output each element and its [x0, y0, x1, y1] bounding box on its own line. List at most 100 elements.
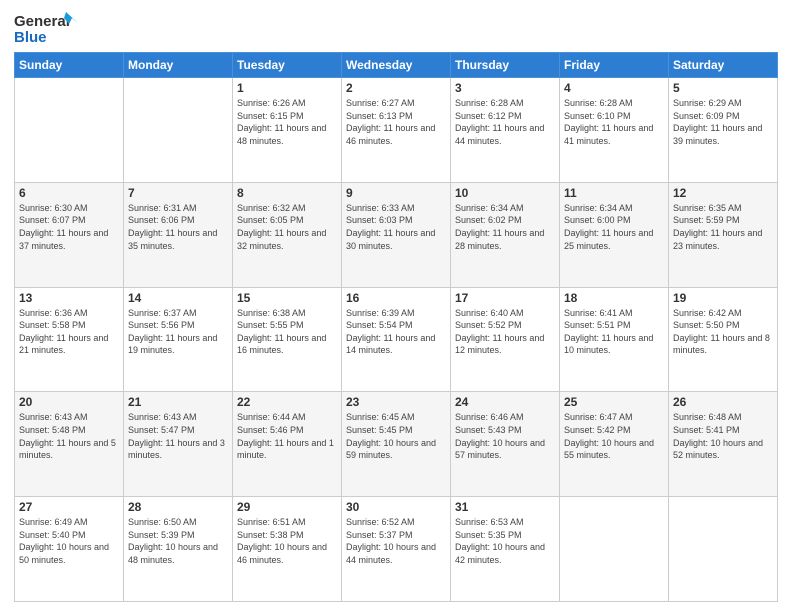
day-info: Sunrise: 6:36 AMSunset: 5:58 PMDaylight:…: [19, 308, 108, 356]
svg-text:General: General: [14, 13, 70, 30]
header-wednesday: Wednesday: [342, 53, 451, 78]
week-row-5: 27 Sunrise: 6:49 AMSunset: 5:40 PMDaylig…: [15, 497, 778, 602]
calendar-cell: 25 Sunrise: 6:47 AMSunset: 5:42 PMDaylig…: [560, 392, 669, 497]
day-info: Sunrise: 6:27 AMSunset: 6:13 PMDaylight:…: [346, 98, 435, 146]
day-number: 17: [455, 291, 555, 305]
calendar-cell: 12 Sunrise: 6:35 AMSunset: 5:59 PMDaylig…: [669, 182, 778, 287]
header-sunday: Sunday: [15, 53, 124, 78]
day-number: 21: [128, 395, 228, 409]
day-number: 22: [237, 395, 337, 409]
calendar-cell: 2 Sunrise: 6:27 AMSunset: 6:13 PMDayligh…: [342, 78, 451, 183]
day-number: 27: [19, 500, 119, 514]
day-number: 29: [237, 500, 337, 514]
day-number: 16: [346, 291, 446, 305]
day-info: Sunrise: 6:50 AMSunset: 5:39 PMDaylight:…: [128, 517, 218, 565]
day-info: Sunrise: 6:49 AMSunset: 5:40 PMDaylight:…: [19, 517, 109, 565]
calendar-cell: 6 Sunrise: 6:30 AMSunset: 6:07 PMDayligh…: [15, 182, 124, 287]
day-info: Sunrise: 6:31 AMSunset: 6:06 PMDaylight:…: [128, 203, 217, 251]
logo-svg: GeneralBlue: [14, 10, 84, 46]
calendar-cell: 21 Sunrise: 6:43 AMSunset: 5:47 PMDaylig…: [124, 392, 233, 497]
calendar-cell: 13 Sunrise: 6:36 AMSunset: 5:58 PMDaylig…: [15, 287, 124, 392]
day-info: Sunrise: 6:46 AMSunset: 5:43 PMDaylight:…: [455, 412, 545, 460]
day-number: 24: [455, 395, 555, 409]
day-info: Sunrise: 6:26 AMSunset: 6:15 PMDaylight:…: [237, 98, 326, 146]
day-info: Sunrise: 6:34 AMSunset: 6:02 PMDaylight:…: [455, 203, 544, 251]
calendar-cell: [124, 78, 233, 183]
day-number: 30: [346, 500, 446, 514]
day-number: 7: [128, 186, 228, 200]
day-number: 2: [346, 81, 446, 95]
day-info: Sunrise: 6:40 AMSunset: 5:52 PMDaylight:…: [455, 308, 544, 356]
calendar-cell: 9 Sunrise: 6:33 AMSunset: 6:03 PMDayligh…: [342, 182, 451, 287]
calendar-cell: 8 Sunrise: 6:32 AMSunset: 6:05 PMDayligh…: [233, 182, 342, 287]
day-number: 11: [564, 186, 664, 200]
week-row-4: 20 Sunrise: 6:43 AMSunset: 5:48 PMDaylig…: [15, 392, 778, 497]
calendar-cell: 29 Sunrise: 6:51 AMSunset: 5:38 PMDaylig…: [233, 497, 342, 602]
day-info: Sunrise: 6:47 AMSunset: 5:42 PMDaylight:…: [564, 412, 654, 460]
day-info: Sunrise: 6:45 AMSunset: 5:45 PMDaylight:…: [346, 412, 436, 460]
page: GeneralBlue SundayMondayTuesdayWednesday…: [0, 0, 792, 612]
week-row-2: 6 Sunrise: 6:30 AMSunset: 6:07 PMDayligh…: [15, 182, 778, 287]
header: GeneralBlue: [14, 10, 778, 46]
day-number: 13: [19, 291, 119, 305]
calendar-cell: 24 Sunrise: 6:46 AMSunset: 5:43 PMDaylig…: [451, 392, 560, 497]
header-tuesday: Tuesday: [233, 53, 342, 78]
header-thursday: Thursday: [451, 53, 560, 78]
day-number: 8: [237, 186, 337, 200]
day-info: Sunrise: 6:34 AMSunset: 6:00 PMDaylight:…: [564, 203, 653, 251]
header-friday: Friday: [560, 53, 669, 78]
calendar-header-row: SundayMondayTuesdayWednesdayThursdayFrid…: [15, 53, 778, 78]
day-info: Sunrise: 6:28 AMSunset: 6:10 PMDaylight:…: [564, 98, 653, 146]
calendar-cell: 28 Sunrise: 6:50 AMSunset: 5:39 PMDaylig…: [124, 497, 233, 602]
calendar-cell: 22 Sunrise: 6:44 AMSunset: 5:46 PMDaylig…: [233, 392, 342, 497]
calendar-cell: 11 Sunrise: 6:34 AMSunset: 6:00 PMDaylig…: [560, 182, 669, 287]
day-info: Sunrise: 6:39 AMSunset: 5:54 PMDaylight:…: [346, 308, 435, 356]
day-info: Sunrise: 6:43 AMSunset: 5:48 PMDaylight:…: [19, 412, 116, 460]
day-info: Sunrise: 6:52 AMSunset: 5:37 PMDaylight:…: [346, 517, 436, 565]
calendar-cell: 18 Sunrise: 6:41 AMSunset: 5:51 PMDaylig…: [560, 287, 669, 392]
day-number: 26: [673, 395, 773, 409]
week-row-1: 1 Sunrise: 6:26 AMSunset: 6:15 PMDayligh…: [15, 78, 778, 183]
calendar-cell: 30 Sunrise: 6:52 AMSunset: 5:37 PMDaylig…: [342, 497, 451, 602]
calendar-cell: 15 Sunrise: 6:38 AMSunset: 5:55 PMDaylig…: [233, 287, 342, 392]
day-number: 23: [346, 395, 446, 409]
day-number: 31: [455, 500, 555, 514]
day-info: Sunrise: 6:53 AMSunset: 5:35 PMDaylight:…: [455, 517, 545, 565]
svg-text:Blue: Blue: [14, 29, 47, 46]
day-number: 1: [237, 81, 337, 95]
day-number: 14: [128, 291, 228, 305]
day-info: Sunrise: 6:30 AMSunset: 6:07 PMDaylight:…: [19, 203, 108, 251]
calendar-cell: 5 Sunrise: 6:29 AMSunset: 6:09 PMDayligh…: [669, 78, 778, 183]
day-info: Sunrise: 6:51 AMSunset: 5:38 PMDaylight:…: [237, 517, 327, 565]
day-number: 25: [564, 395, 664, 409]
day-number: 9: [346, 186, 446, 200]
day-info: Sunrise: 6:33 AMSunset: 6:03 PMDaylight:…: [346, 203, 435, 251]
day-number: 19: [673, 291, 773, 305]
day-info: Sunrise: 6:37 AMSunset: 5:56 PMDaylight:…: [128, 308, 217, 356]
day-number: 18: [564, 291, 664, 305]
day-number: 20: [19, 395, 119, 409]
day-number: 3: [455, 81, 555, 95]
calendar-cell: 23 Sunrise: 6:45 AMSunset: 5:45 PMDaylig…: [342, 392, 451, 497]
calendar-table: SundayMondayTuesdayWednesdayThursdayFrid…: [14, 52, 778, 602]
calendar-cell: 27 Sunrise: 6:49 AMSunset: 5:40 PMDaylig…: [15, 497, 124, 602]
calendar-cell: 4 Sunrise: 6:28 AMSunset: 6:10 PMDayligh…: [560, 78, 669, 183]
header-saturday: Saturday: [669, 53, 778, 78]
calendar-cell: 14 Sunrise: 6:37 AMSunset: 5:56 PMDaylig…: [124, 287, 233, 392]
calendar-body: 1 Sunrise: 6:26 AMSunset: 6:15 PMDayligh…: [15, 78, 778, 602]
day-number: 4: [564, 81, 664, 95]
week-row-3: 13 Sunrise: 6:36 AMSunset: 5:58 PMDaylig…: [15, 287, 778, 392]
day-number: 12: [673, 186, 773, 200]
calendar-cell: 16 Sunrise: 6:39 AMSunset: 5:54 PMDaylig…: [342, 287, 451, 392]
day-info: Sunrise: 6:29 AMSunset: 6:09 PMDaylight:…: [673, 98, 762, 146]
calendar-cell: 26 Sunrise: 6:48 AMSunset: 5:41 PMDaylig…: [669, 392, 778, 497]
day-info: Sunrise: 6:28 AMSunset: 6:12 PMDaylight:…: [455, 98, 544, 146]
day-info: Sunrise: 6:48 AMSunset: 5:41 PMDaylight:…: [673, 412, 763, 460]
calendar-cell: [560, 497, 669, 602]
calendar-cell: 19 Sunrise: 6:42 AMSunset: 5:50 PMDaylig…: [669, 287, 778, 392]
calendar-cell: [15, 78, 124, 183]
calendar-cell: 7 Sunrise: 6:31 AMSunset: 6:06 PMDayligh…: [124, 182, 233, 287]
calendar-cell: 20 Sunrise: 6:43 AMSunset: 5:48 PMDaylig…: [15, 392, 124, 497]
calendar-cell: [669, 497, 778, 602]
day-number: 6: [19, 186, 119, 200]
